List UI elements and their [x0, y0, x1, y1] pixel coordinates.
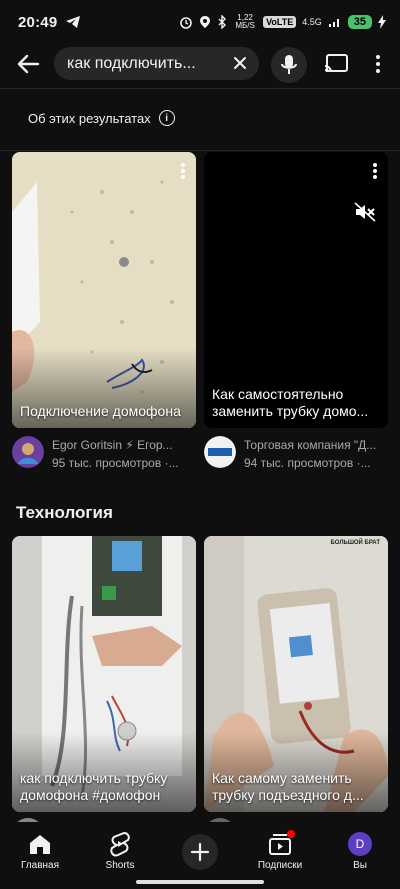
plus-icon — [190, 842, 210, 862]
you-icon: D — [347, 832, 373, 856]
channel-row-2[interactable]: Торговая компания "Д... 94 тыс. просмотр… — [204, 436, 386, 476]
view-count: 95 тыс. просмотров ·... — [52, 456, 179, 470]
section-title: Технология — [16, 503, 113, 522]
section-divider — [0, 150, 400, 151]
more-options-icon[interactable] — [372, 162, 378, 180]
video-title: Как самостоятельно заменить трубку домо.… — [212, 386, 369, 419]
video-meta: Egor Goritsin ⚡ Егор... 95 тыс. просмотр… — [52, 436, 194, 476]
network-speed: 1,22 МБ/S — [235, 13, 255, 30]
nav-create[interactable] — [160, 822, 240, 889]
back-arrow-icon[interactable] — [14, 50, 42, 78]
mute-icon[interactable] — [354, 202, 376, 222]
create-button[interactable] — [182, 834, 218, 870]
more-options-icon[interactable] — [180, 162, 186, 180]
view-count: 94 тыс. просмотров ·... — [244, 456, 371, 470]
nav-you-label: Вы — [353, 860, 367, 871]
channel-name: Egor Goritsin ⚡ Егор... — [52, 438, 173, 452]
status-bar: 20:49 1,22 МБ/S VoLTE 4.5G 35 — [0, 0, 400, 44]
alarm-icon — [180, 17, 192, 29]
watermark: БОЛЬШОЙ БРАТ — [330, 540, 380, 546]
short-card-4[interactable]: БОЛЬШОЙ БРАТ Как самому заменить трубку … — [204, 536, 388, 812]
more-options-icon[interactable] — [368, 52, 388, 76]
nav-shorts-label: Shorts — [105, 860, 135, 871]
nav-subscriptions[interactable]: Подписки — [240, 822, 320, 889]
shorts-icon — [107, 831, 133, 857]
video-title: как подключить трубку домофона #домофон — [20, 770, 168, 803]
nav-shorts[interactable]: Shorts — [80, 822, 160, 889]
telegram-icon — [66, 16, 81, 28]
nav-home[interactable]: Главная — [0, 822, 80, 889]
location-icon — [200, 16, 211, 28]
nav-you[interactable]: D Вы — [320, 822, 400, 889]
gesture-bar[interactable] — [136, 880, 264, 884]
voice-search-button[interactable] — [271, 47, 307, 83]
bottom-nav: Главная Shorts Подписки D Вы — [0, 822, 400, 889]
nav-subscriptions-label: Подписки — [257, 860, 303, 871]
home-icon — [27, 832, 53, 856]
video-meta: Торговая компания "Д... 94 тыс. просмотр… — [244, 436, 386, 476]
notification-dot — [287, 830, 295, 838]
nav-home-label: Главная — [20, 860, 60, 871]
video-title: Как самому заменить трубку подъездного д… — [212, 770, 364, 803]
info-icon: i — [158, 110, 175, 126]
bluetooth-icon — [218, 15, 227, 29]
short-card-2[interactable]: Как самостоятельно заменить трубку домо.… — [204, 152, 388, 428]
signal-label: 4.5G — [302, 17, 322, 27]
status-time: 20:49 — [18, 13, 58, 31]
avatar: D — [348, 832, 372, 856]
subscriptions-icon — [267, 830, 295, 856]
channel-avatar — [204, 436, 236, 468]
cast-icon[interactable] — [324, 52, 350, 76]
charging-icon — [378, 15, 386, 29]
video-title: Подключение домофона — [20, 403, 181, 419]
battery-level: 35 — [347, 15, 372, 29]
channel-avatar — [12, 436, 44, 468]
short-card-1[interactable]: Подключение домофона — [12, 152, 196, 428]
about-results-label: Об этих результатах — [28, 110, 151, 126]
volte-badge: VoLTE — [263, 16, 297, 28]
channel-name: Торговая компания "Д... — [244, 438, 377, 452]
search-header: как подключить... — [0, 44, 400, 84]
about-results-link[interactable]: Об этих результатах i — [28, 110, 175, 126]
microphone-icon — [281, 55, 297, 74]
header-divider — [0, 88, 400, 89]
short-card-3[interactable]: как подключить трубку домофона #домофон — [12, 536, 196, 812]
channel-row-1[interactable]: Egor Goritsin ⚡ Егор... 95 тыс. просмотр… — [12, 436, 194, 476]
signal-icon — [328, 19, 339, 27]
search-query: как подключить... — [67, 54, 196, 72]
search-input[interactable]: как подключить... — [54, 47, 259, 80]
clear-icon[interactable] — [231, 54, 249, 72]
